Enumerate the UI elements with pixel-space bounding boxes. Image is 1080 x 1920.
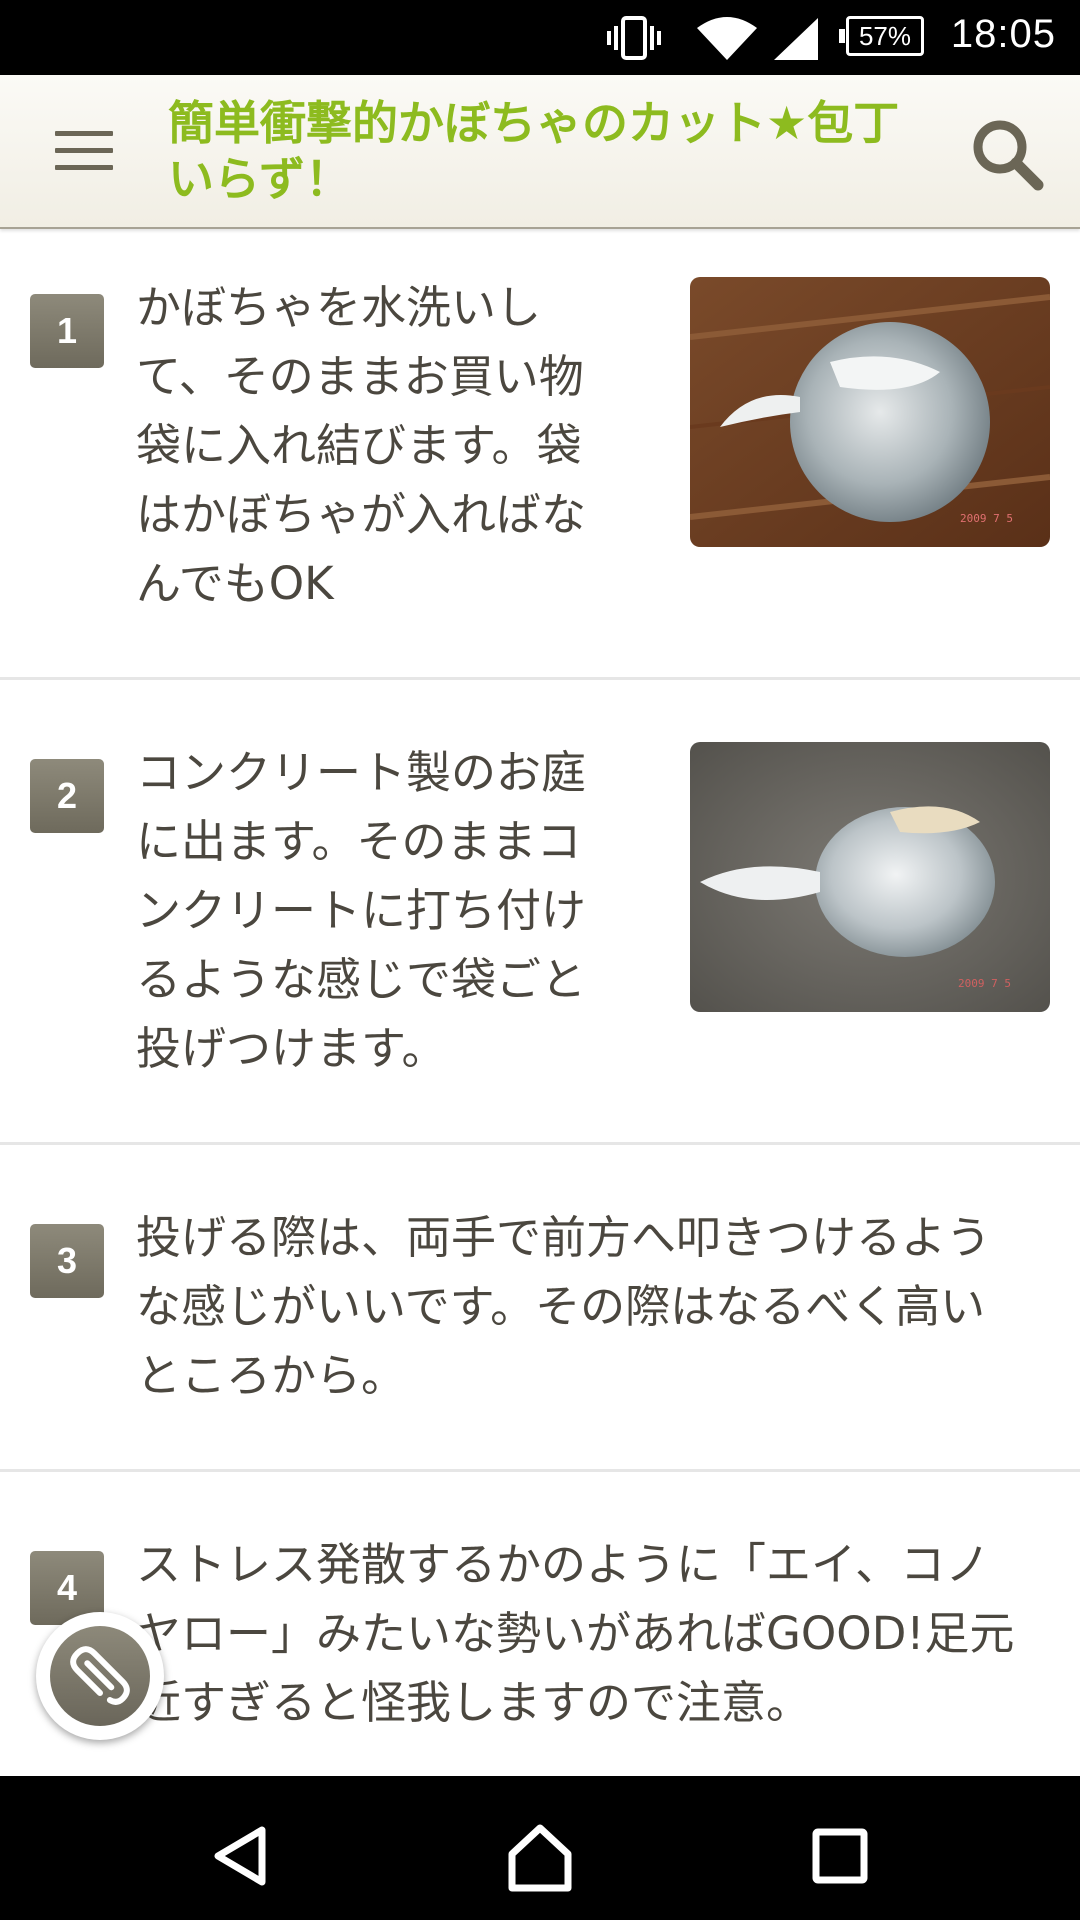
clip-button-face bbox=[50, 1626, 150, 1726]
app-bar: 簡単衝撃的かぼちゃのカット★包丁 いらず！ bbox=[0, 75, 1080, 229]
step-item: 2 コンクリート製のお庭 に出ます。そのままコ ンクリートに打ち付け るような感… bbox=[0, 680, 1080, 1145]
step-text-line: かぼちゃを水洗いし bbox=[136, 281, 542, 334]
battery-level: 57% bbox=[858, 21, 912, 51]
svg-text:2009 7 5: 2009 7 5 bbox=[958, 977, 1011, 990]
step-text-line: な感じがいいです。その際はなるべく高い bbox=[136, 1280, 986, 1333]
page-title-line-2: いらず！ bbox=[168, 152, 352, 206]
step-text-line: るような感じで袋ごと bbox=[136, 953, 587, 1006]
vibrate-icon bbox=[607, 16, 661, 60]
step-text-line: はかぼちゃが入ればな bbox=[136, 488, 587, 541]
back-icon[interactable] bbox=[190, 1806, 290, 1906]
step-item: 3 投げる際は、両手で前方へ叩きつけるよう な感じがいいです。その際はなるべく高… bbox=[0, 1145, 1080, 1472]
step-text-line: ヤロー」みたいな勢いがあればGOOD!足元 bbox=[136, 1607, 1015, 1660]
wifi-icon bbox=[697, 17, 757, 60]
step-item: 1 かぼちゃを水洗いし て、そのままお買い物 袋に入れ結びます。袋 はかぼちゃが… bbox=[0, 229, 1080, 680]
step-number: 1 bbox=[30, 294, 104, 368]
step-text-line: んでもOK bbox=[136, 557, 334, 610]
step-description: かぼちゃを水洗いし て、そのままお買い物 袋に入れ結びます。袋 はかぼちゃが入れ… bbox=[136, 273, 656, 618]
step-description: ストレス発散するかのように「エイ、コノ ヤロー」みたいな勢いがあればGOOD!足… bbox=[136, 1530, 1056, 1737]
page-title: 簡単衝撃的かぼちゃのカット★包丁 いらず！ bbox=[168, 95, 948, 207]
steps-list: 1 かぼちゃを水洗いし て、そのままお買い物 袋に入れ結びます。袋 はかぼちゃが… bbox=[0, 229, 1080, 1792]
recents-icon[interactable] bbox=[790, 1806, 890, 1906]
step-text-line: 投げつけます。 bbox=[136, 1022, 447, 1075]
step-text-line: 投げる際は、両手で前方へ叩きつけるよう bbox=[136, 1211, 992, 1264]
step-description: 投げる際は、両手で前方へ叩きつけるよう な感じがいいです。その際はなるべく高い … bbox=[136, 1203, 1056, 1410]
svg-text:2009 7 5: 2009 7 5 bbox=[960, 512, 1013, 525]
menu-icon[interactable] bbox=[55, 131, 113, 171]
step-text-line: ストレス発散するかのように「エイ、コノ bbox=[136, 1538, 991, 1591]
step-text-line: ンクリートに打ち付け bbox=[136, 884, 587, 937]
paperclip-icon bbox=[70, 1646, 130, 1705]
clip-button[interactable] bbox=[36, 1612, 164, 1740]
navigation-bar bbox=[0, 1776, 1080, 1920]
step-description: コンクリート製のお庭 に出ます。そのままコ ンクリートに打ち付け るような感じで… bbox=[136, 738, 656, 1083]
step-text-line: コンクリート製のお庭 bbox=[136, 746, 587, 799]
status-time: 18:05 bbox=[950, 12, 1056, 56]
step-number: 3 bbox=[30, 1224, 104, 1298]
step-text-line: に出ます。そのままコ bbox=[136, 815, 582, 868]
step-item: 4 ストレス発散するかのように「エイ、コノ ヤロー」みたいな勢いがあればGOOD… bbox=[0, 1472, 1080, 1792]
step-photo[interactable]: 2009 7 5 bbox=[690, 277, 1050, 547]
signal-icon bbox=[774, 18, 818, 60]
step-text-line: て、そのままお買い物 bbox=[136, 350, 584, 403]
step-text-line: ところから。 bbox=[136, 1349, 407, 1402]
battery-icon: 57% bbox=[839, 16, 924, 56]
step-number: 2 bbox=[30, 759, 104, 833]
step-text-line: 近すぎると怪我しますので注意。 bbox=[136, 1676, 812, 1729]
home-icon[interactable] bbox=[490, 1806, 590, 1906]
status-bar: 57% 18:05 bbox=[0, 0, 1080, 75]
step-text-line: 袋に入れ結びます。袋 bbox=[136, 419, 582, 472]
page-title-line-1: 簡単衝撃的かぼちゃのカット★包丁 bbox=[168, 96, 900, 150]
search-icon[interactable] bbox=[968, 115, 1048, 195]
step-photo[interactable]: 2009 7 5 bbox=[690, 742, 1050, 1012]
